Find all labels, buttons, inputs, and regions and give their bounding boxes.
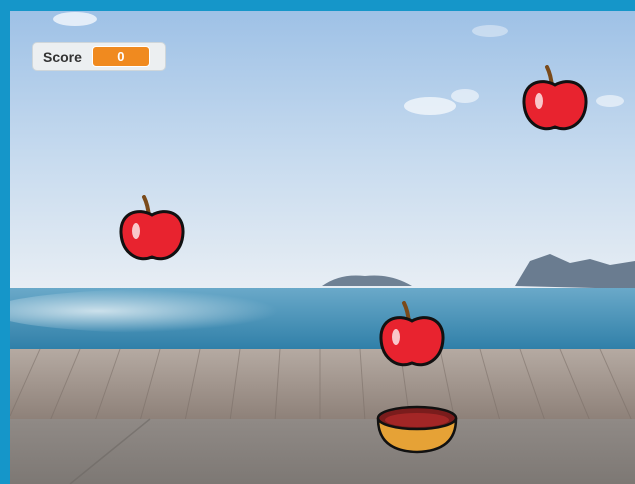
apple-icon[interactable] — [521, 65, 589, 135]
score-label: Score — [43, 48, 82, 65]
bowl-icon[interactable] — [375, 403, 459, 455]
score-monitor: Score 0 — [32, 42, 166, 71]
score-value: 0 — [91, 46, 150, 67]
game-stage[interactable]: Score 0 — [10, 11, 635, 484]
apple-icon[interactable] — [378, 301, 446, 371]
apple-icon[interactable] — [118, 195, 186, 265]
